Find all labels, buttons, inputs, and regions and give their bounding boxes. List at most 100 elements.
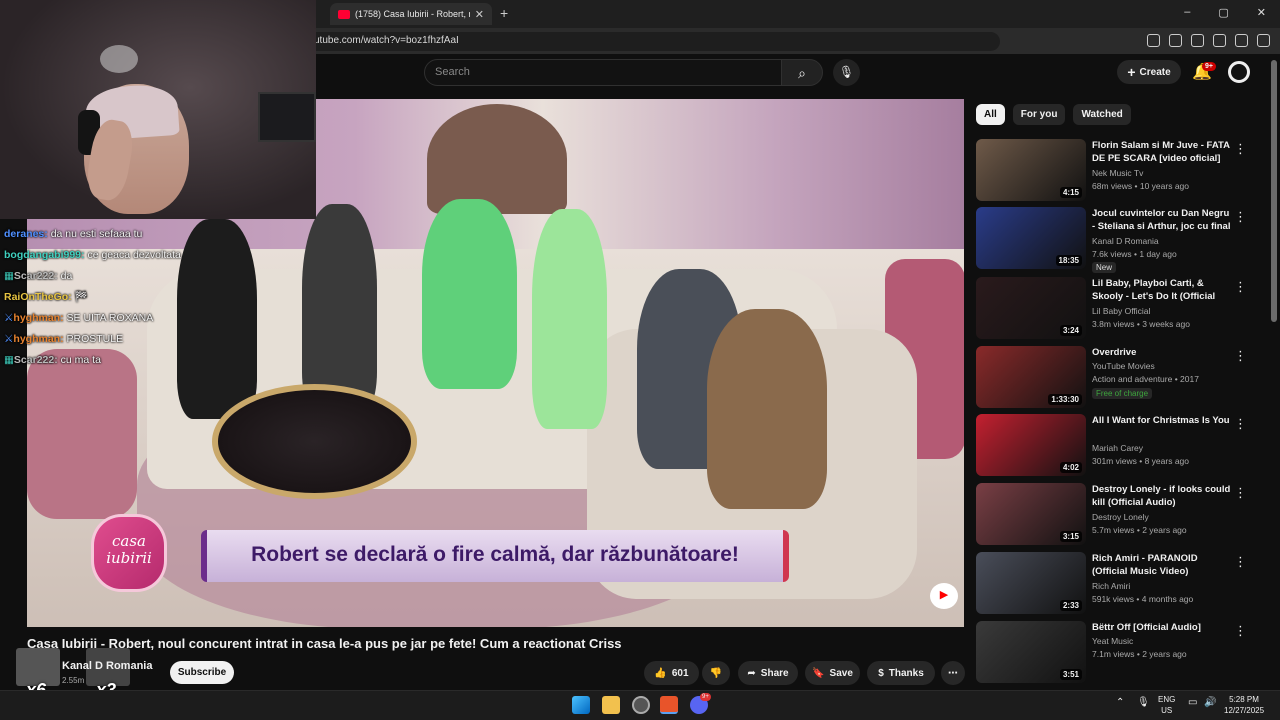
windows-start-icon[interactable]	[572, 696, 590, 714]
recommendation-item[interactable]: 18:35 Jocul cuvintelor cu Dan Negru - Ste…	[976, 207, 1272, 273]
maximize-button[interactable]: ▢	[1218, 6, 1228, 19]
recommendation-title[interactable]: All I Want for Christmas Is You	[1092, 414, 1232, 427]
search-button[interactable]: ⌕	[781, 59, 823, 86]
brave-icon[interactable]	[660, 696, 678, 714]
person-6	[707, 309, 827, 509]
minimize-button[interactable]: –	[1184, 6, 1190, 19]
recommendation-channel[interactable]: Destroy Lonely	[1092, 512, 1149, 522]
more-options-icon[interactable]: ⋮	[1234, 209, 1247, 225]
chrome-icon[interactable]	[632, 696, 650, 714]
recommendation-item[interactable]: 3:24 Lil Baby, Playboi Carti, & Skooly - …	[976, 277, 1272, 341]
video-duration: 4:02	[1059, 462, 1082, 473]
recommendation-title[interactable]: Overdrive	[1092, 346, 1232, 359]
recommendation-title[interactable]: Lil Baby, Playboi Carti, & Skooly - Let'…	[1092, 277, 1232, 305]
volume-icon[interactable]: 🔊	[1204, 697, 1216, 708]
more-options-icon[interactable]: ⋮	[1234, 485, 1247, 501]
recommendation-item[interactable]: 2:33 Rich Amiri - PARANOID (Official Musi…	[976, 552, 1272, 616]
recommendation-title[interactable]: Rich Amiri - PARANOID (Official Music Vi…	[1092, 552, 1232, 578]
chat-text: 🏁	[74, 291, 88, 303]
video-duration: 2:33	[1059, 600, 1082, 611]
new-tab-button[interactable]: +	[500, 5, 508, 21]
close-window-button[interactable]: ✕	[1257, 6, 1266, 19]
thanks-button[interactable]: $ Thanks	[867, 661, 935, 685]
thanks-icon: $	[878, 667, 884, 679]
more-options-icon[interactable]: ⋮	[1234, 416, 1247, 432]
video-thumbnail[interactable]: 4:15	[976, 139, 1086, 201]
browser-tab[interactable]: (1758) Casa Iubirii - Robert, noul ✕	[330, 3, 492, 25]
chat-message: ▦Scar222: da	[4, 266, 224, 287]
person-3	[422, 199, 517, 389]
like-button[interactable]: 👍 601	[644, 661, 699, 685]
recommendation-channel[interactable]: Nek Music Tv	[1092, 168, 1143, 178]
tab-close-icon[interactable]: ✕	[475, 8, 484, 21]
language-code: ENG	[1158, 695, 1176, 704]
recommendation-title[interactable]: Jocul cuvintelor cu Dan Negru - Steliana…	[1092, 207, 1232, 235]
video-thumbnail[interactable]: 3:15	[976, 483, 1086, 545]
network-icon[interactable]: ▭	[1188, 697, 1197, 708]
chip-for-you[interactable]: For you	[1012, 104, 1066, 125]
save-button[interactable]: 🔖 Save	[805, 661, 860, 685]
recommendation-title[interactable]: Florin Salam si Mr Juve - FATA DE PE SCA…	[1092, 139, 1232, 165]
search-input[interactable]: Search	[424, 59, 782, 86]
file-explorer-icon[interactable]	[602, 696, 620, 714]
voice-search-button[interactable]: 🎙	[833, 59, 860, 86]
tray-chevron-icon[interactable]: ⌃	[1116, 697, 1124, 708]
recommendation-item[interactable]: 4:02 All I Want for Christmas Is You Maria…	[976, 414, 1272, 478]
page-scrollbar[interactable]	[1271, 60, 1277, 322]
sidebar-icon[interactable]	[1213, 34, 1226, 47]
recommendation-channel[interactable]: YouTube Movies	[1092, 361, 1155, 371]
video-thumbnail[interactable]: 1:33:30	[976, 346, 1086, 408]
music-icon[interactable]	[1191, 34, 1204, 47]
video-thumbnail[interactable]: 18:35	[976, 207, 1086, 269]
chip-all[interactable]: All	[976, 104, 1005, 125]
more-actions-button[interactable]: ⋯	[941, 661, 965, 685]
recommendation-item[interactable]: 4:15 Florin Salam si Mr Juve - FATA DE PE…	[976, 139, 1272, 203]
dislike-button[interactable]: 👎	[702, 661, 730, 685]
microphone-tray-icon[interactable]: 🎙	[1137, 697, 1150, 708]
recommendation-meta: 7.6k views • 1 day ago	[1092, 249, 1177, 259]
recommendation-channel[interactable]: Lil Baby Official	[1092, 306, 1150, 316]
chip-watched[interactable]: Watched	[1073, 104, 1131, 125]
share-button[interactable]: ➦ Share	[738, 661, 798, 685]
recommendation-title[interactable]: Bëttr Off [Official Audio]	[1092, 621, 1232, 634]
recommendation-channel[interactable]: Yeat Music	[1092, 636, 1133, 646]
subscribe-button[interactable]: Subscribe	[170, 661, 234, 684]
recommendation-channel[interactable]: Rich Amiri	[1092, 581, 1130, 591]
recommendation-tag: Free of charge	[1092, 388, 1153, 399]
account-avatar[interactable]	[1228, 61, 1250, 83]
menu-icon[interactable]	[1257, 34, 1270, 47]
create-button[interactable]: + Create	[1117, 60, 1181, 84]
leo-icon[interactable]	[1235, 34, 1248, 47]
recommendation-item[interactable]: 3:15 Destroy Lonely - if looks could kill…	[976, 483, 1272, 547]
subscribe-watermark-icon[interactable]: ▶	[930, 583, 958, 609]
chat-text: da nu esti sefaaa tu	[50, 228, 143, 240]
extensions-icon[interactable]	[1147, 34, 1160, 47]
recommendation-title[interactable]: Destroy Lonely - if looks could kill (Of…	[1092, 483, 1232, 509]
recommendation-channel[interactable]: Kanal D Romania	[1092, 236, 1159, 246]
more-options-icon[interactable]: ⋮	[1234, 141, 1247, 157]
thumbs-down-icon: 👎	[709, 667, 723, 679]
more-options-icon[interactable]: ⋮	[1234, 554, 1247, 570]
sword-badge-icon: ⚔	[4, 333, 14, 345]
scene-pink-armchair	[27, 349, 137, 519]
recommendation-item[interactable]: 1:33:30 Overdrive YouTube Movies Action and…	[976, 346, 1272, 410]
discord-badge: 9+	[700, 693, 711, 701]
date: 12/27/2025	[1224, 706, 1265, 715]
recommendation-item[interactable]: 3:51 Bëttr Off [Official Audio] Yeat Music…	[976, 621, 1272, 685]
channel-name[interactable]: Kanal D Romania	[62, 660, 152, 672]
more-options-icon[interactable]: ⋮	[1234, 279, 1247, 295]
url-field[interactable]: utube.com/watch?v=boz1fhzfAaI	[300, 32, 1000, 51]
more-options-icon[interactable]: ⋮	[1234, 348, 1247, 364]
video-thumbnail[interactable]: 3:51	[976, 621, 1086, 683]
clock[interactable]: 5:28 PM 12/27/2025	[1224, 694, 1264, 716]
language-indicator[interactable]: ENG US	[1158, 694, 1175, 716]
wallet-icon[interactable]	[1169, 34, 1182, 47]
plus-icon: +	[1127, 64, 1136, 80]
video-thumbnail[interactable]: 2:33	[976, 552, 1086, 614]
more-options-icon[interactable]: ⋮	[1234, 623, 1247, 639]
video-duration: 3:51	[1059, 669, 1082, 680]
video-thumbnail[interactable]: 3:24	[976, 277, 1086, 339]
sword-badge-icon: ⚔	[4, 312, 14, 324]
recommendation-channel[interactable]: Mariah Carey	[1092, 443, 1143, 453]
video-thumbnail[interactable]: 4:02	[976, 414, 1086, 476]
